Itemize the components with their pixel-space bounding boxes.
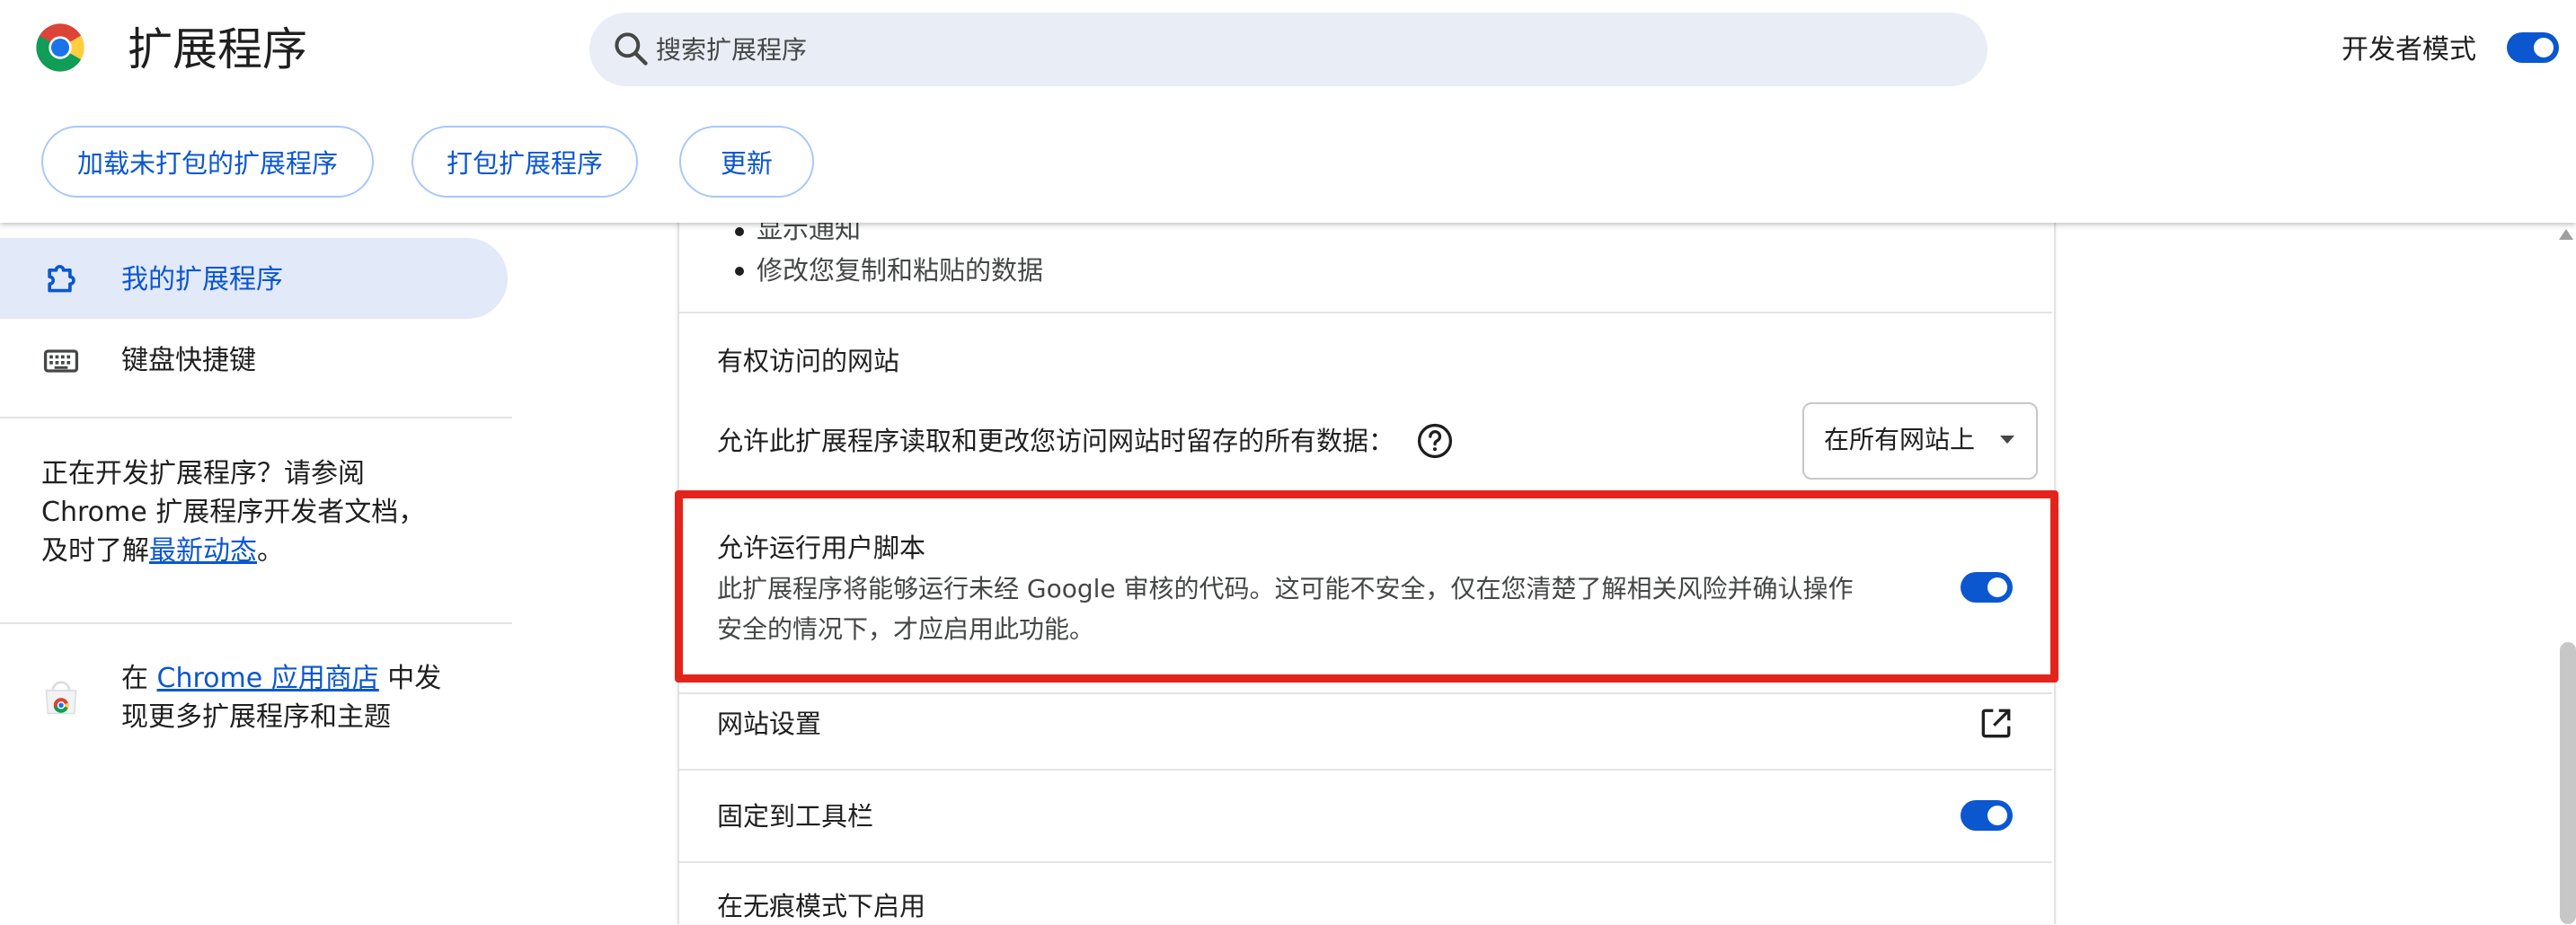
web-store-text: 中发 xyxy=(378,663,442,694)
permission-item: 修改您复制和粘贴的数据 xyxy=(757,255,1044,286)
pin-to-toolbar-toggle[interactable] xyxy=(1961,800,2013,831)
developer-note-text: 。 xyxy=(257,535,284,567)
web-store-line: 现更多扩展程序和主题 xyxy=(121,701,391,733)
site-settings-link[interactable]: 网站设置 xyxy=(717,705,821,743)
open-in-new-icon[interactable] xyxy=(1977,703,2016,743)
developer-note-text: 及时了解 xyxy=(41,535,149,567)
site-access-selected: 在所有网站上 xyxy=(1824,425,1976,454)
top-header: 扩展程序 开发者模式 加载未打包的扩展程序 打包扩展程序 更新 xyxy=(0,0,2576,223)
scrollbar-thumb[interactable] xyxy=(2560,642,2576,924)
developer-note-line: Chrome 扩展程序开发者文档， xyxy=(41,497,426,528)
row-divider xyxy=(679,692,2052,694)
row-divider xyxy=(679,312,2052,313)
sidebar-item-keyboard-shortcuts[interactable]: 键盘快捷键 xyxy=(121,343,256,379)
sidebar-item-label: 我的扩展程序 xyxy=(121,264,283,295)
bullet xyxy=(735,267,744,276)
highlight-annotation-box xyxy=(675,490,2058,683)
row-divider xyxy=(679,769,2052,771)
help-icon[interactable] xyxy=(1415,421,1455,461)
site-access-heading: 有权访问的网站 xyxy=(717,346,900,376)
update-button[interactable]: 更新 xyxy=(679,126,814,198)
sidebar-divider xyxy=(0,622,512,624)
web-store-line: 在 Chrome 应用商店 中发 xyxy=(121,659,481,698)
developer-note: 正在开发扩展程序？请参阅 Chrome 扩展程序开发者文档， 及时了解最新动态。 xyxy=(41,454,464,570)
dropdown-caret-icon xyxy=(2000,436,2014,444)
developer-note-line: 及时了解最新动态。 xyxy=(41,532,464,570)
puzzle-icon xyxy=(48,265,75,293)
site-access-label: 允许此扩展程序读取和更改您访问网站时留存的所有数据： xyxy=(717,426,1395,456)
load-unpacked-button[interactable]: 加载未打包的扩展程序 xyxy=(41,126,374,198)
sidebar-divider xyxy=(0,417,512,418)
chrome-web-store-icon xyxy=(45,681,77,715)
latest-news-link[interactable]: 最新动态 xyxy=(149,535,257,567)
search-input[interactable] xyxy=(656,20,1914,79)
bullet xyxy=(735,227,744,236)
web-store-promo: 在 Chrome 应用商店 中发 现更多扩展程序和主题 xyxy=(121,659,481,736)
search-icon xyxy=(615,32,648,66)
chrome-logo-icon xyxy=(36,23,84,72)
developer-mode-toggle[interactable] xyxy=(2507,32,2559,63)
scroll-up-arrow-icon[interactable] xyxy=(2559,229,2573,240)
developer-note-line: 正在开发扩展程序？请参阅 xyxy=(41,458,365,489)
page-title: 扩展程序 xyxy=(128,23,307,75)
incognito-label: 在无痕模式下启用 xyxy=(717,891,926,921)
web-store-text: 在 xyxy=(121,663,157,694)
pin-to-toolbar-label: 固定到工具栏 xyxy=(717,801,874,832)
pack-extension-button[interactable]: 打包扩展程序 xyxy=(412,126,638,198)
chrome-web-store-link[interactable]: Chrome 应用商店 xyxy=(157,663,379,694)
keyboard-icon xyxy=(43,349,79,373)
row-divider xyxy=(679,861,2052,863)
developer-mode-label: 开发者模式 xyxy=(2341,34,2476,66)
